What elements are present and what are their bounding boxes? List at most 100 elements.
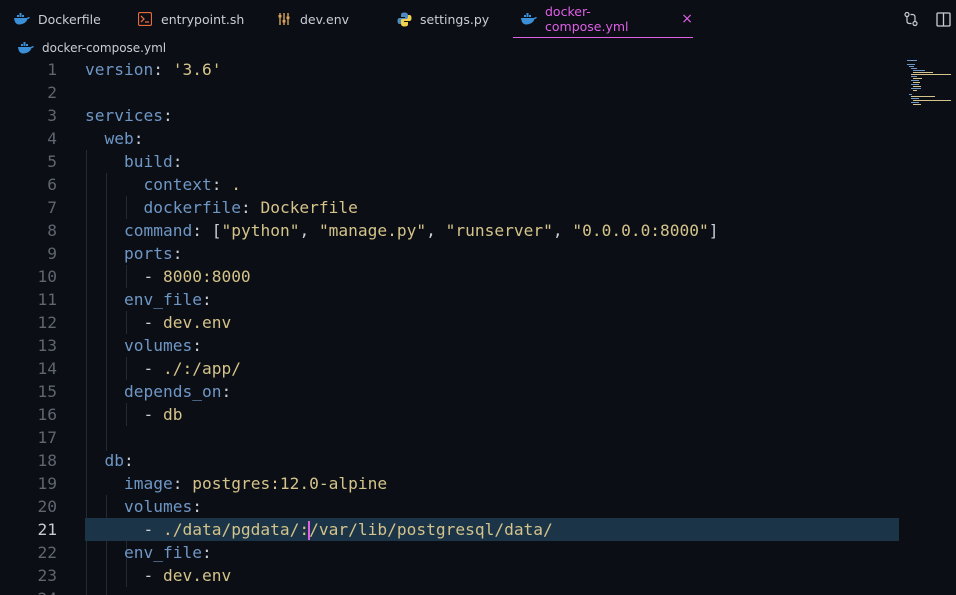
editor-window: Dockerfile entrypoint.sh dev.env setting… [0,0,956,595]
yaml-key: image [123,474,173,493]
yaml-punctuation: - [85,359,163,378]
line-code: image: postgres:12.0-alpine [85,472,387,495]
tab-label: dev.env [300,11,350,27]
yaml-value: Dockerfile [260,198,358,217]
yaml-punctuation [85,497,124,516]
code-line[interactable]: 15 depends_on: [0,380,900,403]
yaml-key: ports [123,244,173,263]
yaml-value: dev.env [162,313,232,332]
tab-label: settings.py [420,11,490,27]
line-code: version: '3.6' [85,58,221,81]
yaml-value: 8000:8000 [162,267,251,286]
yaml-value: db [162,405,183,424]
code-line[interactable]: 23 - dev.env [0,564,900,587]
docker-whale-icon [14,11,30,27]
yaml-punctuation: : [211,175,232,194]
tab-bar: Dockerfile entrypoint.sh dev.env setting… [0,0,956,38]
tab-dockerfile[interactable]: Dockerfile [14,0,101,38]
yaml-punctuation: - [85,313,163,332]
split-editor-icon[interactable] [934,10,952,28]
python-icon [396,11,412,27]
code-line[interactable]: 13 volumes: [0,334,900,357]
code-line[interactable]: 16 - db [0,403,900,426]
code-line[interactable]: 7 dockerfile: Dockerfile [0,196,900,219]
code-line[interactable]: 6 context: . [0,173,900,196]
code-line[interactable]: 3 services: [0,104,900,127]
breadcrumb: docker-compose.yml [0,38,956,58]
yaml-punctuation: , [299,221,319,240]
line-code: volumes: [85,334,202,357]
yaml-punctuation: : [133,129,144,148]
code-line[interactable]: 8 command: ["python", "manage.py", "runs… [0,219,900,242]
yaml-punctuation: : [240,198,261,217]
terminal-icon [137,11,153,27]
line-number: 7 [47,198,57,217]
line-number: 9 [47,244,57,263]
tab-label: Dockerfile [38,11,101,27]
yaml-punctuation: : [172,474,193,493]
line-number: 13 [37,336,58,355]
tab-settings-py[interactable]: settings.py [396,0,489,38]
minimap[interactable] [905,58,951,118]
line-number: 18 [37,451,58,470]
yaml-key: volumes [123,497,193,516]
code-line[interactable]: 22 env_file: [0,541,900,564]
close-icon[interactable]: × [681,11,693,27]
line-number: 21 [37,520,58,539]
code-line[interactable]: 19 image: postgres:12.0-alpine [0,472,900,495]
line-number: 19 [37,474,58,493]
line-number: 6 [47,175,57,194]
yaml-punctuation: : [172,152,183,171]
line-number: 3 [47,106,57,125]
yaml-punctuation [85,129,105,148]
code-line[interactable]: 18 db: [0,449,900,472]
yaml-key: services [85,106,163,125]
code-line[interactable]: 20 volumes: [0,495,900,518]
line-code: - dev.env [85,564,231,587]
line-code: - ./:/app/ [85,357,240,380]
code-line[interactable]: 5 build: [0,150,900,173]
yaml-punctuation: - [85,267,163,286]
breadcrumb-file[interactable]: docker-compose.yml [42,41,166,55]
yaml-punctuation: , [552,221,573,240]
line-number: 14 [37,359,58,378]
yaml-key: db [104,451,125,470]
code-line[interactable]: 14 - ./:/app/ [0,357,900,380]
yaml-key: volumes [123,336,193,355]
git-compare-icon[interactable] [902,10,920,28]
yaml-punctuation: , [426,221,446,240]
yaml-key: depends_on [123,382,222,401]
tab-entrypoint[interactable]: entrypoint.sh [137,0,244,38]
yaml-key: env_file [123,290,202,309]
code-line[interactable]: 9 ports: [0,242,900,265]
code-editor[interactable]: 1 version: '3.6' 2 3 services: 4 web: 5 build:… [0,58,956,595]
line-number: 1 [47,60,57,79]
line-code: web: [85,127,144,150]
code-line[interactable]: 24 [0,587,900,595]
line-number: 15 [37,382,58,401]
yaml-punctuation: : [162,106,173,125]
code-line[interactable]: 2 [0,81,900,104]
code-line[interactable]: 21 - ./data/pgdata/:/var/lib/postgresql/… [38,518,899,541]
code-line[interactable]: 17 [0,426,900,449]
yaml-punctuation: : [221,382,232,401]
yaml-punctuation [85,244,124,263]
line-code: - dev.env [85,311,231,334]
yaml-punctuation [85,221,124,240]
yaml-punctuation [85,543,124,562]
code-line[interactable]: 4 web: [0,127,900,150]
yaml-punctuation: : [192,497,202,516]
yaml-punctuation [85,198,143,217]
code-line[interactable]: 12 - dev.env [0,311,900,334]
line-number: 4 [47,129,57,148]
line-code: command: ["python", "manage.py", "runser… [85,219,719,242]
yaml-value: "manage.py" [318,221,427,240]
yaml-value: "0.0.0.0:8000" [572,221,709,240]
code-line[interactable]: 10 - 8000:8000 [0,265,900,288]
yaml-punctuation: : [172,244,183,263]
code-line[interactable]: 1 version: '3.6' [0,58,900,81]
tab-docker-compose[interactable]: docker-compose.yml × [513,0,693,38]
tab-dev-env[interactable]: dev.env [276,0,349,38]
yaml-key: env_file [123,543,202,562]
code-line[interactable]: 11 env_file: [0,288,900,311]
